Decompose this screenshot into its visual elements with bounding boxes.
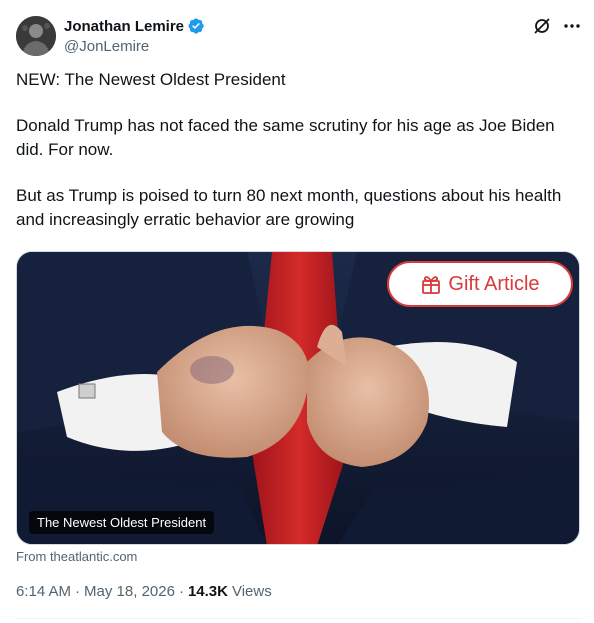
tweet-paragraph: NEW: The Newest Oldest President xyxy=(16,70,286,89)
meta-separator: · xyxy=(178,583,184,600)
tweet-time[interactable]: 6:14 AM xyxy=(16,583,71,600)
display-name[interactable]: Jonathan Lemire xyxy=(64,18,184,35)
gift-article-badge[interactable]: Gift Article xyxy=(387,261,573,307)
user-handle[interactable]: @JonLemire xyxy=(64,38,205,55)
views-count: 14.3K xyxy=(187,583,228,600)
tweet-paragraph: But as Trump is poised to turn 80 next m… xyxy=(16,186,562,229)
card-caption: The Newest Oldest President xyxy=(29,511,215,534)
views-label: Views xyxy=(231,583,272,600)
gift-article-label: Gift Article xyxy=(448,272,540,295)
link-card[interactable]: Gift Article The Newest Oldest President xyxy=(16,251,580,545)
tweet-paragraph: Donald Trump has not faced the same scru… xyxy=(16,116,555,159)
card-source[interactable]: From theatlantic.com xyxy=(16,549,137,564)
tweet-date[interactable]: May 18, 2026 xyxy=(84,583,175,600)
more-icon[interactable] xyxy=(562,16,582,36)
tweet-text: NEW: The Newest Oldest President Donald … xyxy=(16,68,582,232)
tweet-meta: 6:14 AM · May 18, 2026 · 14.3K Views xyxy=(16,583,272,600)
gift-icon xyxy=(420,273,442,295)
verified-badge-icon xyxy=(187,17,205,35)
tweet-header: Jonathan Lemire @JonLemire xyxy=(16,14,582,58)
divider xyxy=(16,618,582,619)
meta-separator: · xyxy=(75,583,81,600)
grok-icon[interactable] xyxy=(532,16,552,36)
avatar[interactable] xyxy=(16,16,56,56)
